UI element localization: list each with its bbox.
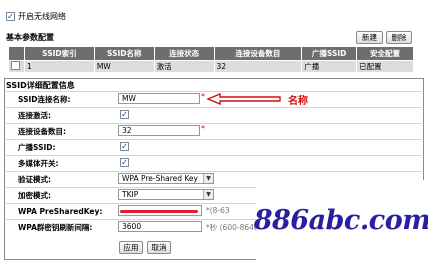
- auth-mode-value: WPA Pre-Shared Key: [122, 174, 198, 183]
- broadcast-ssid-row: 广播SSID:: [6, 139, 422, 155]
- column-header-select: [8, 46, 25, 61]
- column-header-ssid-name: SSID名称: [93, 46, 155, 61]
- encrypt-mode-label: 加密模式:: [18, 191, 51, 200]
- apply-button[interactable]: 应用: [119, 241, 143, 254]
- new-button[interactable]: 新建: [356, 31, 383, 44]
- cell-ssid-name: MW: [93, 60, 155, 73]
- watermark-text: 886abc.com: [253, 205, 428, 236]
- row-select-cell[interactable]: [8, 60, 25, 73]
- column-header-security: 安全配置: [356, 46, 414, 61]
- device-count-required-mark: *: [201, 124, 205, 133]
- device-count-input[interactable]: 32: [118, 125, 200, 136]
- cancel-button[interactable]: 取消: [147, 241, 171, 254]
- encrypt-mode-select[interactable]: TKIP ▼: [118, 189, 214, 200]
- cell-devices: 32: [213, 60, 303, 73]
- rekey-interval-label: WPA群密钥刷新间隔:: [18, 223, 93, 232]
- enable-wireless-option[interactable]: ✓ 开启无线网络: [6, 11, 66, 22]
- row-select-checkbox[interactable]: [11, 61, 20, 70]
- encrypt-mode-value: TKIP: [122, 190, 139, 199]
- cell-broadcast: 广播: [301, 60, 358, 73]
- column-header-ssid-index: SSID索引: [23, 46, 95, 61]
- column-header-status: 连接状态: [153, 46, 215, 61]
- table-row[interactable]: 1 MW 激活 32 广播 已配置: [8, 60, 414, 73]
- watermark: 886abc.com: [253, 180, 428, 261]
- ssid-name-input[interactable]: MW: [118, 93, 200, 104]
- connect-active-row: 连接激活:: [6, 107, 422, 123]
- broadcast-ssid-label: 广播SSID:: [18, 143, 56, 152]
- enable-wireless-label: 开启无线网络: [18, 12, 66, 21]
- auth-mode-label: 验证模式:: [18, 175, 51, 184]
- chevron-down-icon[interactable]: ▼: [203, 190, 213, 199]
- connect-active-checkbox[interactable]: ✓: [120, 110, 129, 119]
- ssid-detail-title: SSID详细配置信息: [6, 81, 75, 90]
- ssid-table-header: SSID索引 SSID名称 连接状态 连接设备数目 广播SSID 安全配置: [8, 46, 414, 61]
- rekey-interval-hint: *秒 (600-8640: [206, 223, 259, 232]
- delete-button[interactable]: 删除: [386, 31, 412, 44]
- chevron-down-icon[interactable]: ▼: [203, 174, 213, 183]
- ssid-name-required-mark: *: [201, 92, 205, 101]
- cell-status: 激活: [153, 60, 215, 73]
- annotation-arrow-icon: [206, 93, 281, 105]
- cell-ssid-index: 1: [23, 60, 95, 73]
- connect-active-label: 连接激活:: [18, 111, 51, 120]
- psk-label: WPA PreSharedKey:: [18, 207, 103, 216]
- multimedia-label: 多媒体开关:: [18, 159, 59, 168]
- ssid-name-label: SSID连接名称:: [18, 95, 71, 104]
- basic-config-title: 基本参数配置: [6, 33, 54, 42]
- broadcast-ssid-checkbox[interactable]: ✓: [120, 142, 129, 151]
- device-count-row: 连接设备数目:: [6, 123, 422, 139]
- cell-security: 已配置: [356, 60, 414, 73]
- multimedia-checkbox[interactable]: ✓: [120, 158, 129, 167]
- ssid-table: SSID索引 SSID名称 连接状态 连接设备数目 广播SSID 安全配置 1 …: [8, 46, 414, 73]
- psk-redaction-mark: [120, 210, 198, 213]
- enable-wireless-checkbox[interactable]: ✓: [6, 12, 15, 21]
- device-count-label: 连接设备数目:: [18, 127, 66, 136]
- column-header-broadcast: 广播SSID: [301, 46, 358, 61]
- column-header-devices: 连接设备数目: [213, 46, 303, 61]
- multimedia-row: 多媒体开关:: [6, 155, 422, 171]
- auth-mode-select[interactable]: WPA Pre-Shared Key ▼: [118, 173, 214, 184]
- psk-hint: *(8-63: [206, 206, 230, 215]
- annotation-name-label: 名称: [288, 96, 308, 107]
- rekey-interval-input[interactable]: 3600: [118, 221, 202, 232]
